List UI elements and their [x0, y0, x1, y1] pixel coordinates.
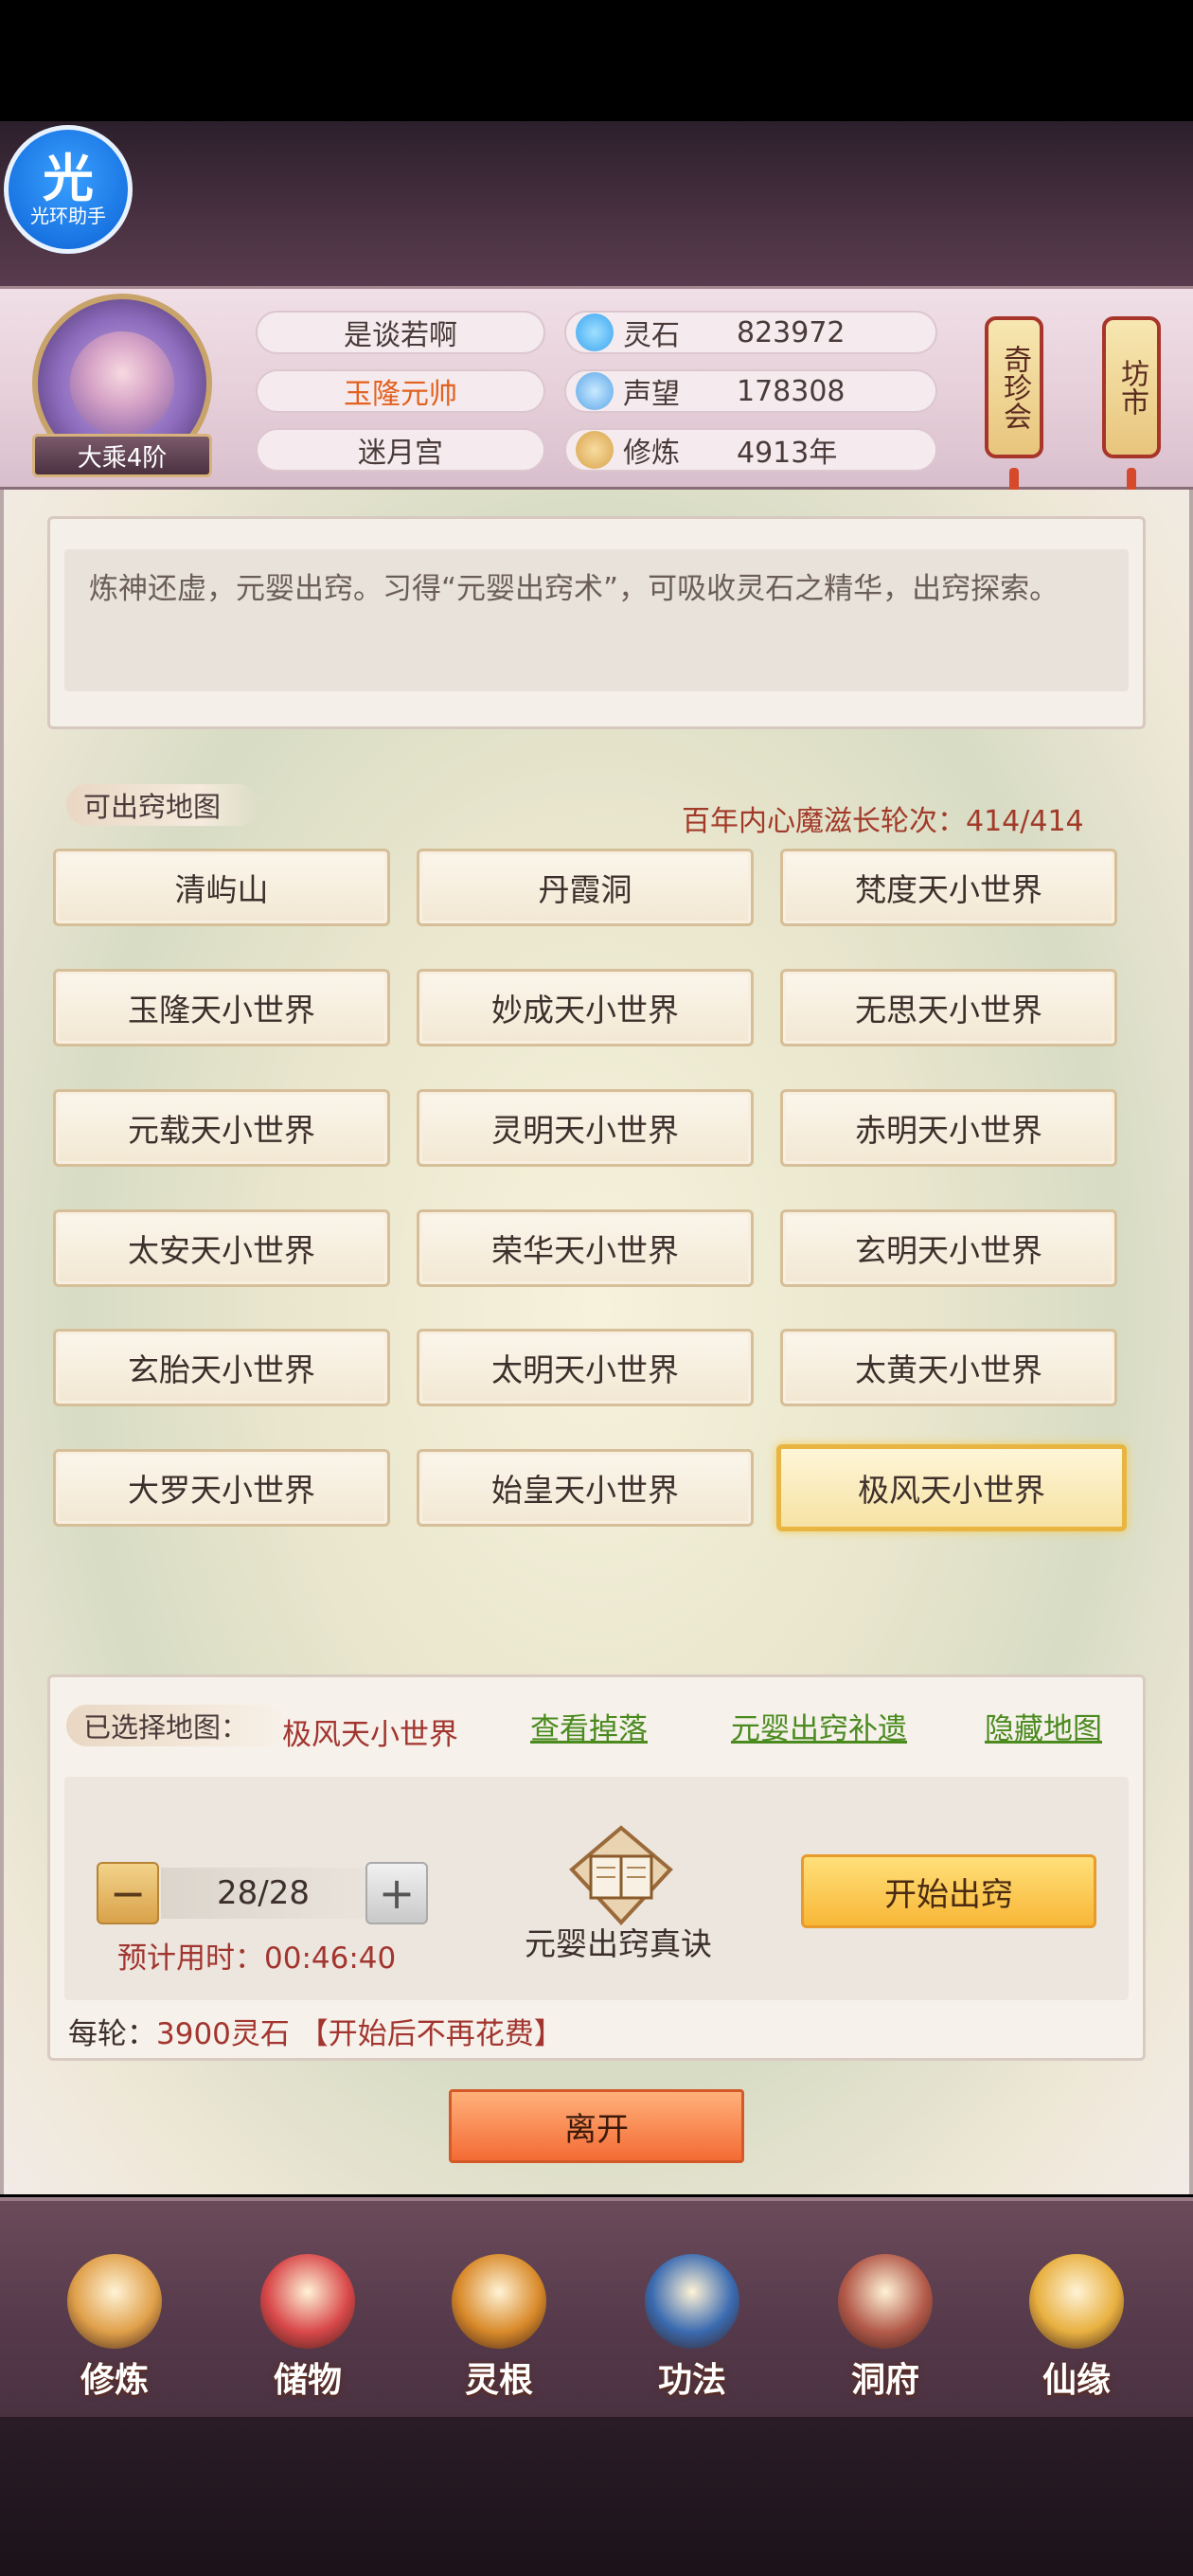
book-icon[interactable] [564, 1824, 678, 1928]
game-screen: { "assistant": {"label_big": "光", "label… [0, 0, 1193, 2576]
description-text: 炼神还虚，元婴出窍。习得“元婴出窍术”，可吸收灵石之精华，出窍探索。 [89, 572, 1059, 606]
avatar-portrait [70, 331, 174, 436]
map-button[interactable]: 太黄天小世界 [780, 1329, 1117, 1406]
assistant-label: 光环助手 [30, 205, 106, 227]
nav-item-2[interactable]: 灵根 [428, 2254, 570, 2406]
nav-item-1[interactable]: 储物 [237, 2254, 379, 2406]
nav-label: 洞府 [850, 2361, 919, 2400]
nav-item-3[interactable]: 功法 [621, 2254, 763, 2406]
demon-quota: 百年内心魔滋长轮次：414/414 [682, 805, 1084, 838]
increase-button[interactable]: + [365, 1862, 428, 1924]
map-button[interactable]: 玄胎天小世界 [53, 1329, 390, 1406]
book-label: 元婴出窍真诀 [525, 1925, 712, 1962]
nav-item-0[interactable]: 修炼 [44, 2254, 186, 2406]
map-button[interactable]: 玄明天小世界 [780, 1209, 1117, 1287]
gourd-icon [1029, 2254, 1124, 2349]
start-button[interactable]: 开始出窍 [801, 1854, 1096, 1928]
treasure-auction-label: 奇珍会 [998, 345, 1031, 430]
round-count: 28/28 [161, 1868, 365, 1919]
player-title: 玉隆元帅 [256, 369, 545, 413]
map-button[interactable]: 大罗天小世界 [53, 1449, 390, 1527]
pavilion-icon [838, 2254, 933, 2349]
treasure-auction-button[interactable]: 奇珍会 [985, 316, 1043, 458]
bag-icon [260, 2254, 355, 2349]
market-button[interactable]: 坊市 [1102, 316, 1161, 458]
map-button[interactable]: 无思天小世界 [780, 969, 1117, 1046]
hide-map-link[interactable]: 隐藏地图 [985, 1705, 1102, 1747]
map-button[interactable]: 灵明天小世界 [417, 1089, 754, 1167]
map-button[interactable]: 赤明天小世界 [780, 1089, 1117, 1167]
spirit-stone-icon [576, 313, 614, 351]
maps-section-label: 可出窍地图 [66, 784, 259, 826]
map-button[interactable]: 元载天小世界 [53, 1089, 390, 1167]
map-button[interactable]: 太明天小世界 [417, 1329, 754, 1406]
map-button[interactable]: 太安天小世界 [53, 1209, 390, 1287]
selected-map-label: 已选择地图： [66, 1705, 287, 1746]
map-button[interactable]: 清屿山 [53, 849, 390, 926]
rank-badge: 大乘4阶 [32, 434, 212, 477]
map-button[interactable]: 梵度天小世界 [780, 849, 1117, 926]
view-drops-link[interactable]: 查看掉落 [530, 1705, 648, 1747]
nav-label: 修炼 [80, 2361, 149, 2400]
assistant-floating-button[interactable]: 光 光环助手 [4, 125, 133, 254]
nascent-soul-supplement-link[interactable]: 元婴出窍补遗 [731, 1705, 907, 1747]
map-button[interactable]: 始皇天小世界 [417, 1449, 754, 1527]
nav-label: 灵根 [464, 2361, 533, 2400]
map-button[interactable]: 丹霞洞 [417, 849, 754, 926]
player-name: 是谈若啊 [256, 311, 545, 354]
assistant-logo: 光 [43, 149, 94, 208]
top-band [0, 121, 1193, 292]
resource-spirit-stone: 灵石 823972 [564, 311, 937, 354]
nav-label: 功法 [657, 2361, 726, 2400]
cultivation-icon [576, 431, 614, 469]
monk-icon [67, 2254, 162, 2349]
map-button[interactable]: 荣华天小世界 [417, 1209, 754, 1287]
nav-label: 储物 [273, 2361, 342, 2400]
map-button[interactable]: 玉隆天小世界 [53, 969, 390, 1046]
spirit-root-icon [452, 2254, 546, 2349]
map-button[interactable]: 妙成天小世界 [417, 969, 754, 1046]
footer-band [0, 2417, 1193, 2576]
nav-item-4[interactable]: 洞府 [814, 2254, 956, 2406]
map-button[interactable]: 极风天小世界 [776, 1444, 1127, 1531]
market-label: 坊市 [1115, 359, 1148, 416]
decrease-button[interactable]: − [97, 1862, 159, 1924]
reputation-icon [576, 372, 614, 410]
nav-item-5[interactable]: 仙缘 [1006, 2254, 1148, 2406]
estimated-time: 预计用时：00:46:40 [117, 1941, 397, 1976]
player-sect: 迷月宫 [256, 428, 545, 472]
resource-cultivation: 修炼 4913年 [564, 428, 937, 472]
selected-map-name: 极风天小世界 [282, 1718, 458, 1752]
leave-button[interactable]: 离开 [449, 2089, 744, 2163]
nav-label: 仙缘 [1042, 2361, 1111, 2400]
cost-line: 每轮：3900灵石 【开始后不再花费】 [68, 2017, 563, 2051]
resource-reputation: 声望 178308 [564, 369, 937, 413]
book-icon [645, 2254, 739, 2349]
